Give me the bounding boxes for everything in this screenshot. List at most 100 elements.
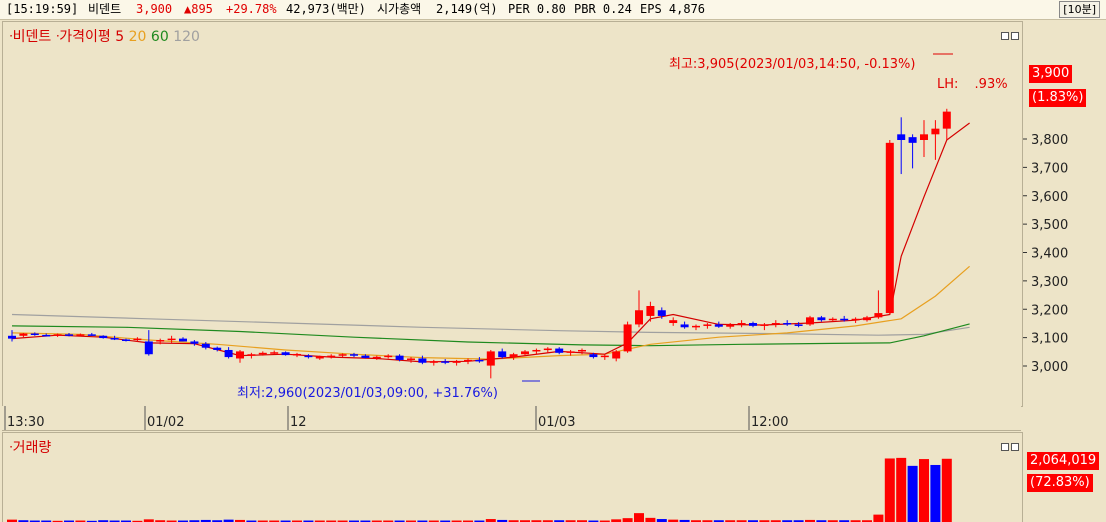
candle-body xyxy=(897,134,906,140)
candle-body xyxy=(441,361,450,363)
candle-body xyxy=(908,137,917,143)
candle-body xyxy=(669,320,678,324)
volume-pct-tag: (72.83%) xyxy=(1027,474,1093,492)
candle-body xyxy=(543,348,552,351)
candle-body xyxy=(53,334,62,336)
time-tick-label: 12 xyxy=(290,415,307,430)
candle-body xyxy=(589,354,598,358)
volume-value-tag: 2,064,019 xyxy=(1027,452,1100,470)
price-chart-panel[interactable]: ᐧ비덴트 ᐧ가격이평 5 20 60 120 최고:3,905(2023/01/… xyxy=(2,21,1023,407)
current-time: [15:19:59] xyxy=(6,2,79,16)
lh-annotation: LH: .93% xyxy=(937,77,1008,92)
candle-body xyxy=(486,351,495,366)
price-tick-label: 3,300 xyxy=(1031,275,1068,290)
candle-body xyxy=(737,323,746,325)
candle-body xyxy=(224,349,233,358)
volume-bar xyxy=(645,517,656,522)
candle-body xyxy=(418,358,427,363)
trade-value: 42,973(백만) xyxy=(286,2,366,16)
candle-body xyxy=(429,361,438,363)
current-pct-tag: (1.83%) xyxy=(1029,89,1087,107)
volume-bar xyxy=(919,459,929,522)
ma5-line xyxy=(11,122,970,363)
price-axis: 3,800 3,700 3,600 3,500 3,400 3,300 3,200 3,100… xyxy=(1023,21,1106,405)
time-tick-label: 13:30 xyxy=(7,415,44,430)
candle-body xyxy=(190,341,199,344)
candle-body xyxy=(635,310,643,325)
candle-body xyxy=(201,343,210,348)
volume-bar xyxy=(896,457,907,522)
candle-body xyxy=(555,348,564,353)
candle-body xyxy=(566,351,575,353)
candle-body xyxy=(646,305,655,316)
volume-bar xyxy=(884,458,895,522)
candle-body xyxy=(942,111,951,129)
time-tick-label: 01/02 xyxy=(147,415,184,430)
per-value: PER 0.80 xyxy=(508,2,566,16)
candle-body xyxy=(384,355,393,358)
price-tick-label: 3,400 xyxy=(1031,247,1068,262)
candle-body xyxy=(600,355,609,358)
volume-bar xyxy=(622,518,633,522)
pbr-value: PBR 0.24 xyxy=(574,2,632,16)
candle-body xyxy=(99,335,108,339)
candle-body xyxy=(65,334,73,336)
candle-body xyxy=(885,142,894,314)
candle-body xyxy=(236,351,244,359)
price-tick-label: 3,800 xyxy=(1031,133,1068,148)
stock-name: 비덴트 xyxy=(88,2,122,16)
interval-button[interactable]: [10분] xyxy=(1059,1,1100,18)
candle-body xyxy=(464,359,472,362)
candle-body xyxy=(372,356,381,359)
candle-body xyxy=(407,358,415,360)
price-tick-label: 3,600 xyxy=(1031,190,1068,205)
candle-body xyxy=(578,349,586,352)
candle-body xyxy=(657,310,666,316)
candle-body xyxy=(680,324,689,328)
candle-body xyxy=(851,318,860,321)
market-cap-value: 2,149(억) xyxy=(436,2,498,16)
candle-body xyxy=(521,351,529,355)
candle-body xyxy=(304,355,313,358)
price-plot xyxy=(8,53,970,382)
candle-body xyxy=(532,349,541,352)
time-tick-label: 12:00 xyxy=(751,415,788,430)
candle-body xyxy=(714,324,723,327)
candle-body xyxy=(281,352,290,356)
candle-body xyxy=(179,338,187,342)
candle-body xyxy=(110,338,119,340)
stock-header-bar: [15:19:59] 비덴트 3,900 ▲895 +29.78% 42,973… xyxy=(0,0,1106,20)
candle-body xyxy=(794,324,803,326)
candle-body xyxy=(350,354,358,356)
candle-body xyxy=(749,323,757,326)
candle-body xyxy=(327,355,336,358)
price-change-pct: +29.78% xyxy=(226,2,277,16)
candle-body xyxy=(87,334,96,336)
price-tick-label: 3,100 xyxy=(1031,332,1068,347)
candle-body xyxy=(475,359,484,362)
candle-body xyxy=(703,324,712,326)
candle-body xyxy=(874,313,883,318)
candle-body xyxy=(612,351,621,359)
candle-body xyxy=(395,355,404,360)
candle-body xyxy=(692,325,700,328)
current-price: 3,900 xyxy=(136,2,173,16)
candle-body xyxy=(156,340,165,342)
candle-body xyxy=(167,338,176,341)
current-price-tag: 3,900 xyxy=(1029,65,1073,83)
candle-body xyxy=(293,353,301,356)
market-cap-label: 시가총액 xyxy=(377,2,422,16)
price-tick-label: 3,000 xyxy=(1031,360,1068,375)
candle-body xyxy=(726,324,735,327)
candle-body xyxy=(509,354,518,358)
ma120-line xyxy=(11,313,970,336)
eps-value: EPS 4,876 xyxy=(640,2,706,16)
lh-label: LH: xyxy=(937,77,959,92)
time-tick-label: 01/03 xyxy=(538,415,575,430)
candle-body xyxy=(258,352,267,355)
candle-body xyxy=(817,317,826,321)
volume-chart-panel[interactable]: ᐧ거래량 xyxy=(2,432,1023,522)
time-axis-ticks: 13:30 01/02 12 01/03 12:00 xyxy=(4,406,788,430)
candle-body xyxy=(760,324,769,326)
candle-body xyxy=(19,333,28,336)
